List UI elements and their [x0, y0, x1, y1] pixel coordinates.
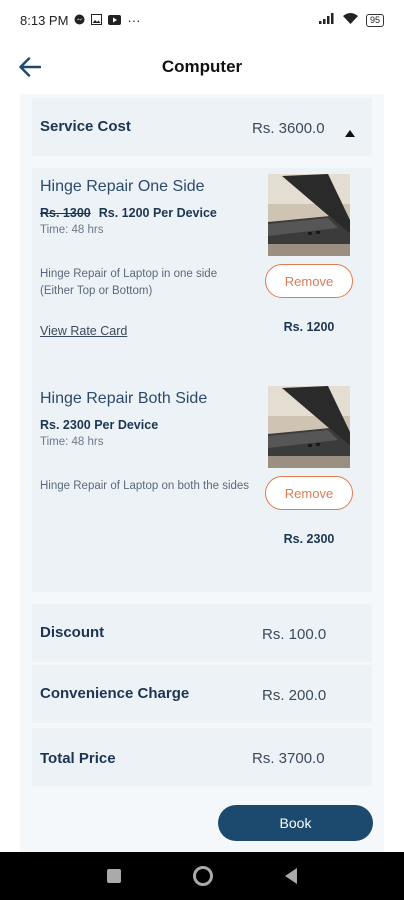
view-rate-card-link[interactable]: View Rate Card [40, 324, 127, 338]
service-item-new-price: Rs. 1200 Per Device [98, 206, 217, 220]
messenger-icon [74, 13, 85, 28]
wifi-icon [342, 13, 358, 27]
total-price-row: Total Price Rs. 3700.0 [32, 728, 372, 786]
service-items-list: Hinge Repair One Side Rs. 1300 Rs. 1200 P… [32, 168, 372, 592]
laptop-image [268, 174, 350, 256]
status-right: 95 [318, 13, 384, 27]
more-dots-icon: ··· [127, 12, 141, 28]
service-item-price-line: Rs. 2300 Per Device [40, 418, 159, 432]
cart-content[interactable]: Service Cost Rs. 3600.0 Hinge Repair One… [20, 94, 384, 854]
remove-button[interactable]: Remove [265, 264, 353, 298]
system-nav-bar [0, 852, 404, 900]
service-item-name: Hinge Repair One Side [40, 178, 205, 195]
service-cost-value: Rs. 3600.0 [252, 120, 325, 137]
arrow-left-icon [19, 57, 41, 77]
total-price-label: Total Price [40, 750, 116, 767]
image-icon [91, 13, 103, 28]
battery-indicator: 95 [365, 13, 384, 27]
status-left: 8:13 PM ··· [20, 13, 140, 28]
youtube-icon [108, 13, 122, 28]
service-item-price-line: Rs. 1300 Rs. 1200 Per Device [40, 206, 217, 220]
service-item-price: Rs. 1200 [283, 320, 335, 334]
convenience-charge-row: Convenience Charge Rs. 200.0 [32, 665, 372, 723]
caret-up-icon[interactable] [345, 124, 355, 142]
service-cost-label: Service Cost [40, 118, 131, 135]
service-item-description: Hinge Repair of Laptop in one side (Eith… [40, 268, 218, 297]
page-title: Computer [161, 57, 243, 76]
service-cost-row[interactable]: Service Cost Rs. 3600.0 [32, 98, 372, 156]
total-price-value: Rs. 3700.0 [252, 750, 325, 767]
convenience-charge-value: Rs. 200.0 [262, 687, 327, 704]
service-item-description: Hinge Repair of Laptop on both the sides [40, 480, 250, 492]
signal-icon [318, 13, 335, 27]
remove-button[interactable]: Remove [265, 476, 353, 510]
service-item-name: Hinge Repair Both Side [40, 390, 208, 407]
app-header: Computer [0, 40, 404, 94]
recent-apps-icon[interactable] [107, 869, 121, 883]
back-button[interactable] [16, 53, 44, 81]
nav-back-icon[interactable] [285, 868, 297, 884]
discount-row: Discount Rs. 100.0 [32, 604, 372, 662]
service-item-time: Time: 48 hrs [40, 224, 104, 236]
service-item-time: Time: 48 hrs [40, 436, 104, 448]
book-button[interactable]: Book [218, 805, 373, 841]
status-bar: 8:13 PM ··· 95 [0, 0, 404, 40]
convenience-charge-label: Convenience Charge [40, 685, 190, 702]
service-item-old-price: Rs. 1300 [40, 206, 91, 220]
home-icon[interactable] [193, 866, 213, 886]
service-item-price: Rs. 2300 [283, 532, 335, 546]
status-time: 8:13 PM [20, 12, 69, 28]
laptop-image [268, 386, 350, 468]
discount-value: Rs. 100.0 [262, 626, 327, 643]
discount-label: Discount [40, 624, 105, 641]
